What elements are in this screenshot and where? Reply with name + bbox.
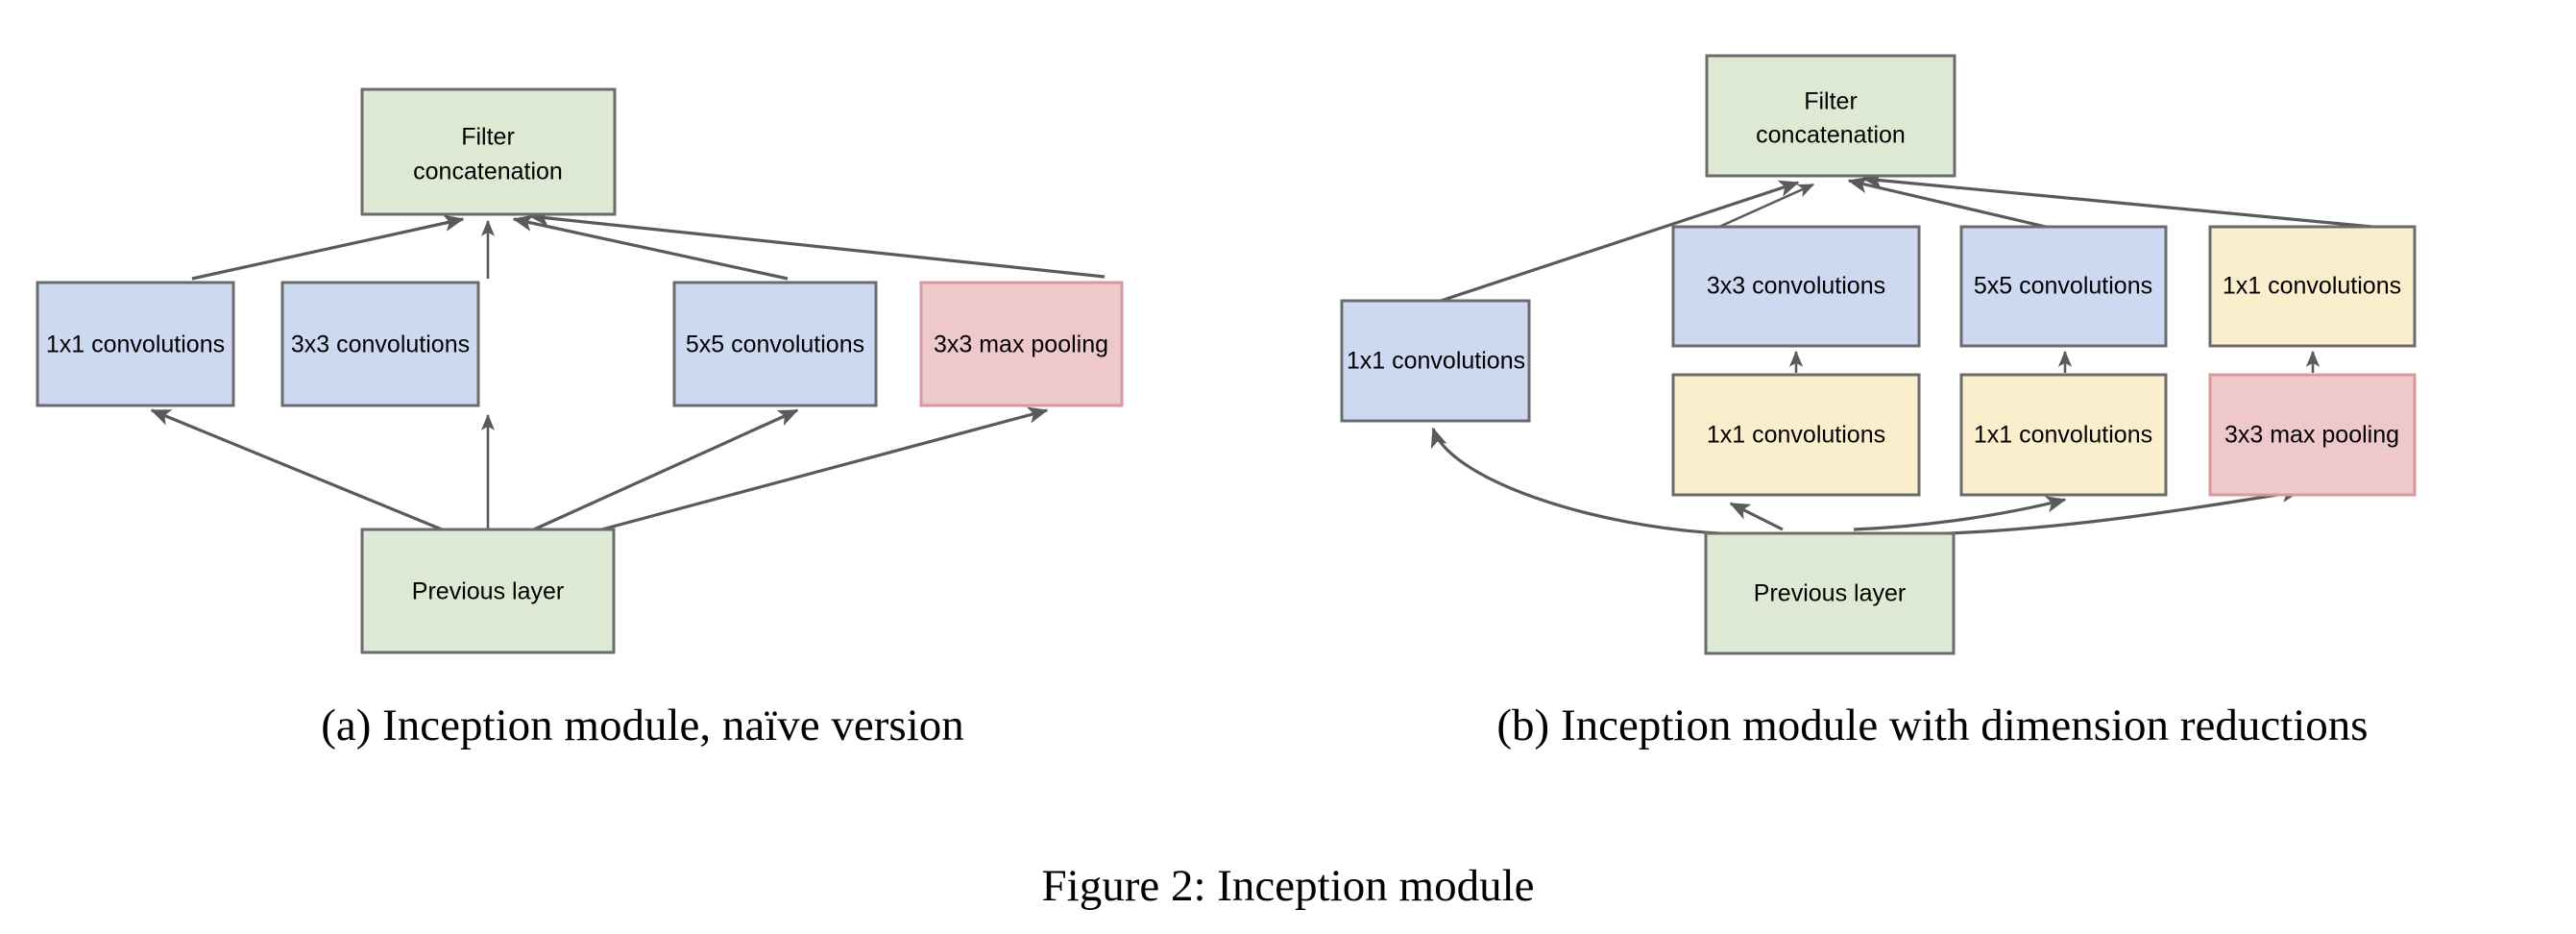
node-a-3x3-convolutions[interactable]: 3x3 convolutions xyxy=(280,281,480,407)
node-b-1x1-reduce-5x5-label: 1x1 convolutions xyxy=(1974,422,2152,449)
node-b-previous-layer-label: Previous layer xyxy=(1754,580,1906,607)
edge-b-3x3-to-concat xyxy=(1718,183,1815,229)
panel-b-caption: (b) Inception module with dimension redu… xyxy=(1496,700,2368,750)
node-b-3x3-max-pooling-label: 3x3 max pooling xyxy=(2224,422,2399,449)
node-b-1x1-convolutions-right-label: 1x1 convolutions xyxy=(2223,273,2401,300)
node-b-filter-concatenation-label-line1: Filter xyxy=(1804,88,1858,115)
figure-caption: Figure 2: Inception module xyxy=(1042,861,1535,911)
node-a-previous-layer[interactable]: Previous layer xyxy=(360,528,616,654)
node-b-3x3-convolutions[interactable]: 3x3 convolutions xyxy=(1671,225,1921,348)
node-a-filter-concatenation-label-line1: Filter xyxy=(461,124,515,151)
node-a-filter-concatenation[interactable]: Filter concatenation xyxy=(360,87,617,216)
panel-b: Filter concatenation 1x1 convolutions 3x… xyxy=(1340,54,2417,750)
node-a-3x3-max-pooling[interactable]: 3x3 max pooling xyxy=(919,281,1124,407)
node-b-3x3-convolutions-label: 3x3 convolutions xyxy=(1707,273,1885,300)
node-b-filter-concatenation[interactable]: Filter concatenation xyxy=(1705,54,1956,178)
node-b-1x1-reduce-3x3[interactable]: 1x1 convolutions xyxy=(1671,373,1921,497)
panel-a-caption: (a) Inception module, naïve version xyxy=(321,700,964,750)
node-a-5x5-convolutions-label: 5x5 convolutions xyxy=(686,332,864,358)
node-a-5x5-convolutions[interactable]: 5x5 convolutions xyxy=(672,281,878,407)
node-b-3x3-max-pooling[interactable]: 3x3 max pooling xyxy=(2208,373,2417,497)
edge-b-prev-to-reduce-3x3 xyxy=(1729,502,1784,531)
panel-b-edges-mid xyxy=(1788,350,2321,373)
edge-b-prev-to-reduce-5x5 xyxy=(1853,496,2067,531)
figure-container: Filter concatenation 1x1 convolutions 3x… xyxy=(0,0,2576,934)
node-a-1x1-convolutions-label: 1x1 convolutions xyxy=(46,332,225,358)
node-a-3x3-max-pooling-label: 3x3 max pooling xyxy=(934,332,1108,358)
node-b-previous-layer[interactable]: Previous layer xyxy=(1704,531,1956,655)
panel-a-edges-upper xyxy=(191,209,1106,281)
node-b-filter-concatenation-box[interactable] xyxy=(1705,54,1956,178)
panel-a-edges-lower xyxy=(150,406,1049,536)
edge-b-prev-to-maxpool xyxy=(1901,485,2302,536)
node-a-previous-layer-label: Previous layer xyxy=(412,578,564,605)
node-b-1x1-reduce-5x5[interactable]: 1x1 convolutions xyxy=(1959,373,2168,497)
edge-prev-to-maxpool xyxy=(583,406,1049,536)
node-b-1x1-convolutions-left-label: 1x1 convolutions xyxy=(1347,348,1525,375)
node-a-1x1-convolutions[interactable]: 1x1 convolutions xyxy=(36,281,235,407)
node-b-1x1-convolutions-left[interactable]: 1x1 convolutions xyxy=(1340,299,1531,423)
node-a-3x3-convolutions-label: 3x3 convolutions xyxy=(291,332,470,358)
panel-a: Filter concatenation 1x1 convolutions 3x… xyxy=(36,87,1124,750)
edge-prev-to-1x1 xyxy=(150,408,443,531)
node-a-filter-concatenation-box[interactable] xyxy=(360,87,617,216)
edge-maxpool-to-concat xyxy=(528,209,1106,279)
node-b-filter-concatenation-label-line2: concatenation xyxy=(1756,122,1906,149)
node-a-filter-concatenation-label-line2: concatenation xyxy=(413,159,563,185)
node-b-1x1-convolutions-right[interactable]: 1x1 convolutions xyxy=(2208,225,2417,348)
node-b-1x1-reduce-3x3-label: 1x1 convolutions xyxy=(1707,422,1885,449)
node-b-5x5-convolutions-label: 5x5 convolutions xyxy=(1974,273,2152,300)
inception-module-diagram: Filter concatenation 1x1 convolutions 3x… xyxy=(36,54,2417,911)
node-b-5x5-convolutions[interactable]: 5x5 convolutions xyxy=(1959,225,2168,348)
edge-1x1-to-concat xyxy=(191,214,465,281)
